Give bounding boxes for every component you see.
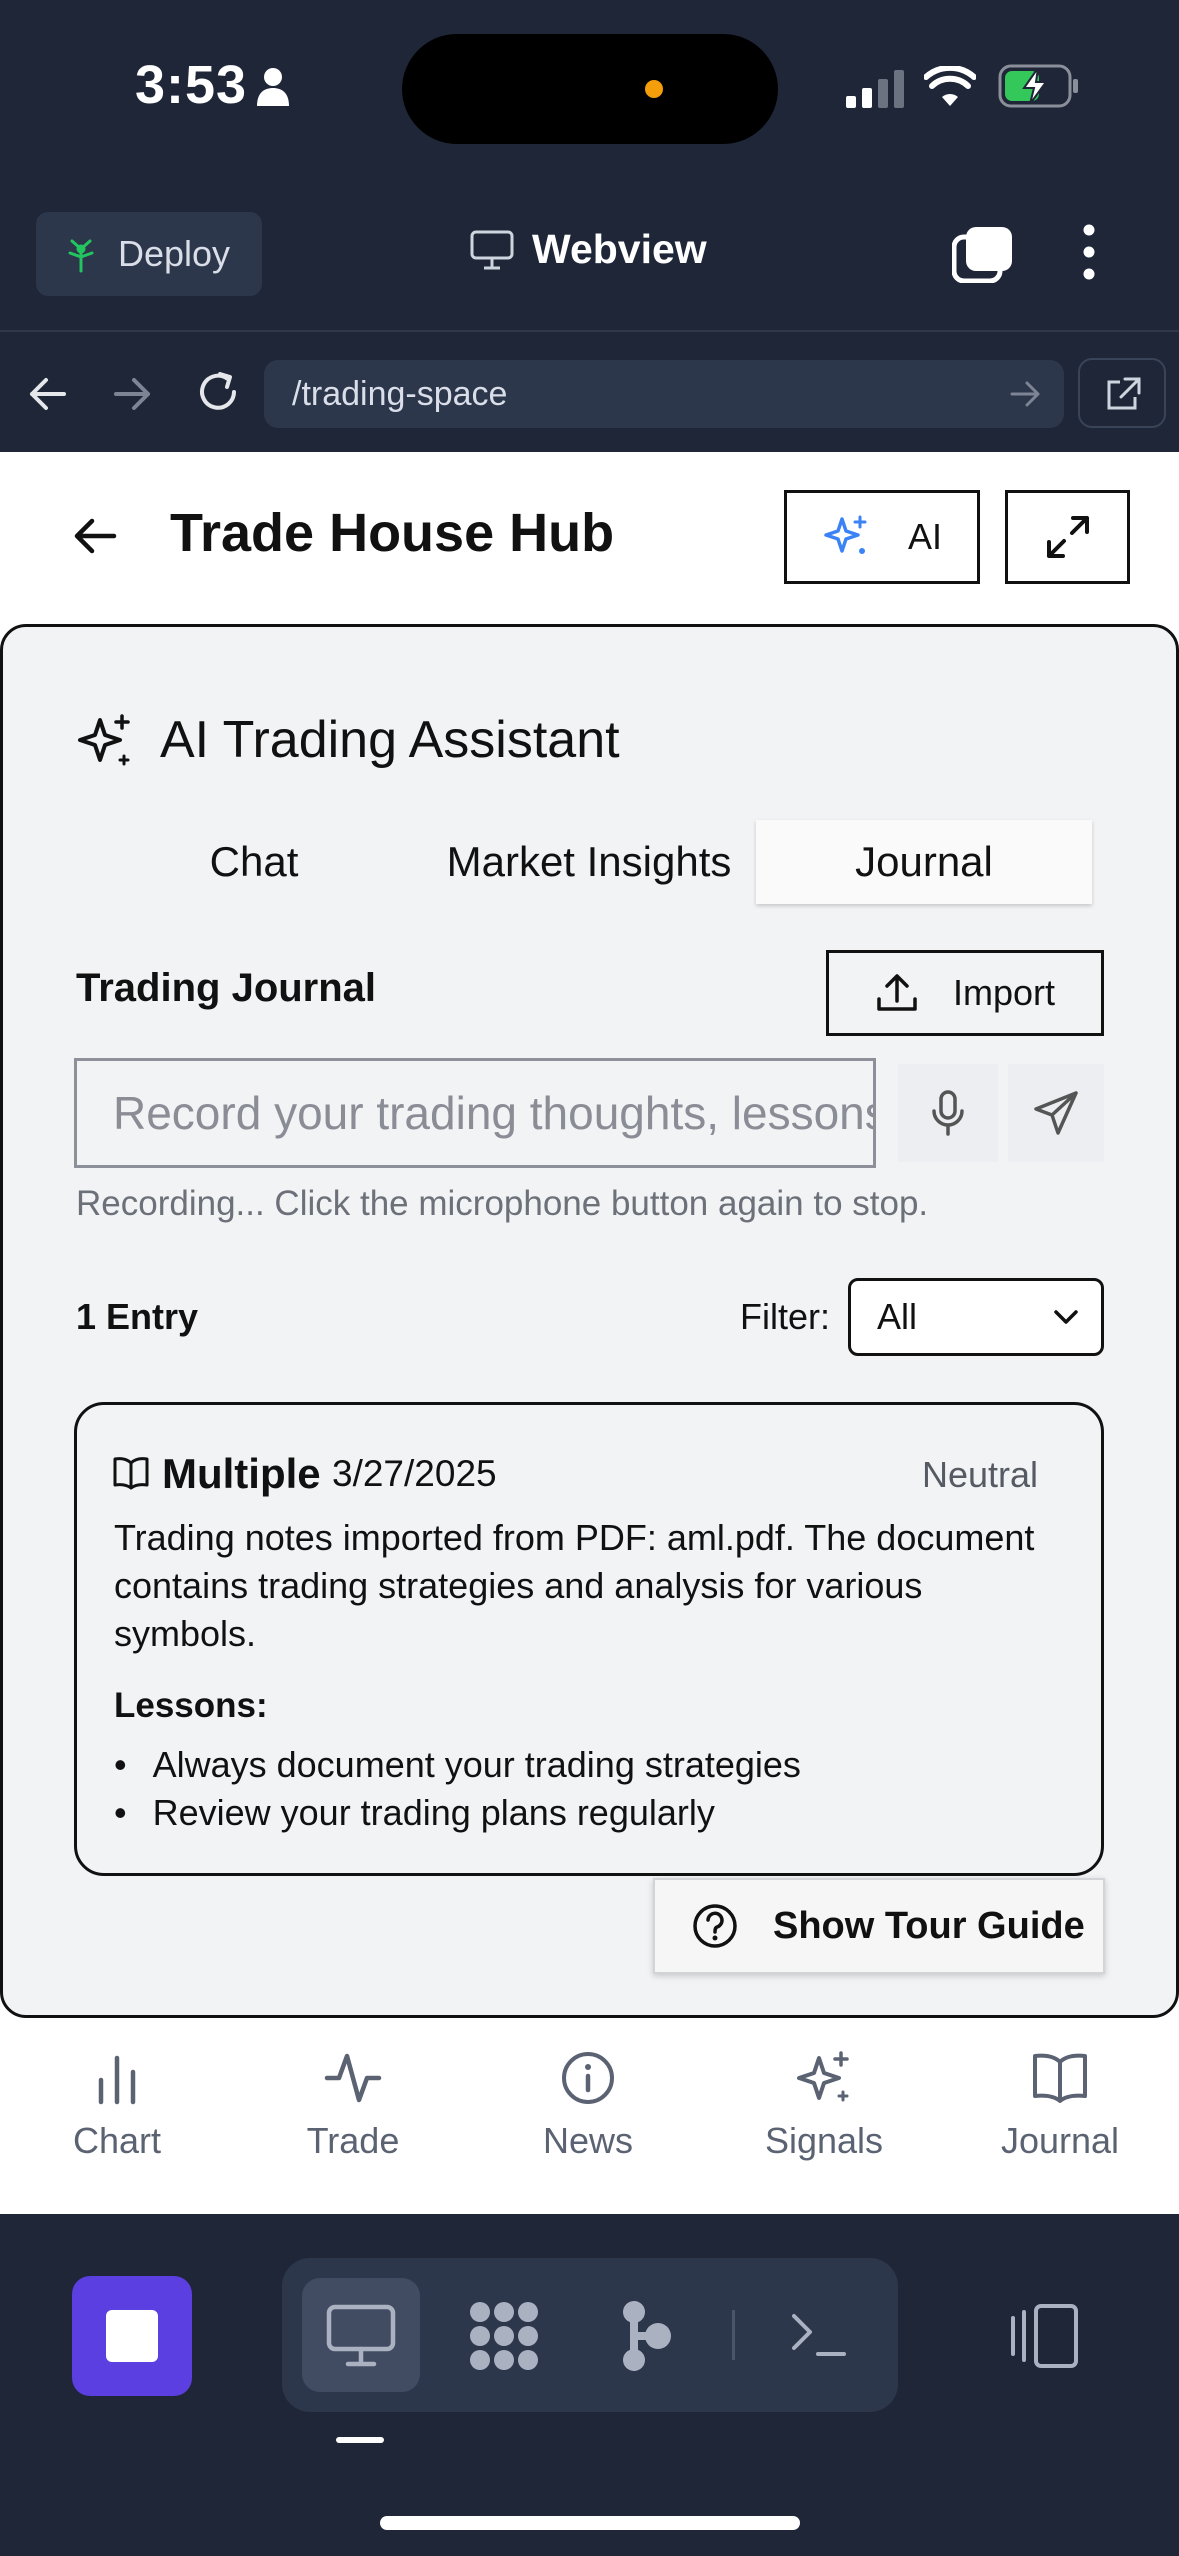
maximize-icon bbox=[1045, 514, 1091, 560]
url-text: /trading-space bbox=[292, 374, 508, 413]
nav-signals-label: Signals bbox=[764, 2120, 884, 2161]
deploy-label: Deploy bbox=[118, 233, 231, 274]
tab-market-insights[interactable]: Market Insights bbox=[428, 820, 750, 904]
microphone-icon bbox=[930, 1089, 966, 1137]
send-button[interactable] bbox=[1008, 1064, 1104, 1162]
lesson-item: • Always document your trading strategie… bbox=[114, 1744, 801, 1786]
sparkles-icon bbox=[74, 712, 134, 772]
lesson-text: Always document your trading strategies bbox=[152, 1744, 801, 1785]
person-icon bbox=[255, 66, 291, 106]
nav-news-label: News bbox=[542, 2120, 634, 2161]
lessons-label: Lessons: bbox=[114, 1686, 268, 1725]
dynamic-island bbox=[402, 34, 778, 144]
nav-chart[interactable]: Chart bbox=[27, 2050, 207, 2162]
lesson-item: • Review your trading plans regularly bbox=[114, 1792, 715, 1834]
back-arrow-icon[interactable] bbox=[26, 372, 70, 416]
signal-icon bbox=[846, 70, 906, 108]
agent-tool-icon[interactable] bbox=[466, 2300, 542, 2372]
tab-journal[interactable]: Journal bbox=[756, 820, 1092, 904]
ai-label: AI bbox=[907, 516, 942, 557]
activity-icon bbox=[323, 2050, 383, 2106]
entry-symbol: Multiple bbox=[162, 1450, 321, 1497]
webview-label: Webview bbox=[532, 226, 707, 272]
book-icon bbox=[112, 1456, 150, 1490]
nav-news[interactable]: News bbox=[498, 2050, 678, 2162]
deploy-icon bbox=[64, 235, 98, 273]
book-open-icon bbox=[1031, 2050, 1089, 2106]
reload-icon[interactable] bbox=[194, 368, 242, 416]
expand-button[interactable] bbox=[1005, 490, 1130, 584]
entry-date: 3/27/2025 bbox=[332, 1453, 497, 1494]
upload-icon bbox=[875, 971, 919, 1015]
filter-label: Filter: bbox=[740, 1296, 830, 1337]
git-tool-icon[interactable] bbox=[618, 2300, 674, 2372]
deploy-button[interactable]: Deploy bbox=[36, 212, 262, 296]
bullet: • bbox=[114, 1792, 127, 1833]
tour-label: Show Tour Guide bbox=[773, 1904, 1085, 1947]
bar-chart-icon bbox=[91, 2050, 143, 2106]
entry-count: 1 Entry bbox=[76, 1296, 199, 1337]
monitor-icon bbox=[470, 230, 514, 270]
webview-tool-icon[interactable] bbox=[326, 2304, 396, 2368]
entry-sentiment: Neutral bbox=[922, 1454, 1039, 1495]
stop-button[interactable] bbox=[72, 2276, 192, 2396]
bullet: • bbox=[114, 1744, 127, 1785]
tab-chat-label: Chat bbox=[209, 838, 299, 885]
journal-entry-input[interactable] bbox=[74, 1058, 876, 1168]
nav-chart-label: Chart bbox=[72, 2120, 162, 2161]
nav-journal-label: Journal bbox=[1000, 2120, 1120, 2161]
url-input[interactable]: /trading-space bbox=[264, 360, 1064, 428]
journal-heading: Trading Journal bbox=[76, 966, 377, 1010]
help-circle-icon bbox=[691, 1902, 739, 1950]
panel-title: AI Trading Assistant bbox=[160, 711, 620, 769]
sparkles-icon bbox=[822, 513, 870, 561]
microphone-button[interactable] bbox=[898, 1064, 998, 1162]
stop-icon bbox=[106, 2310, 158, 2362]
import-button[interactable]: Import bbox=[826, 950, 1104, 1036]
info-icon bbox=[560, 2050, 616, 2106]
lesson-text: Review your trading plans regularly bbox=[152, 1792, 715, 1833]
import-label: Import bbox=[952, 972, 1056, 1013]
forward-arrow-icon[interactable] bbox=[110, 372, 154, 416]
home-indicator bbox=[380, 2516, 800, 2530]
app-back-icon[interactable] bbox=[72, 516, 118, 556]
toolbar-divider bbox=[732, 2310, 735, 2360]
send-icon bbox=[1032, 1089, 1080, 1137]
show-tour-guide-button[interactable]: Show Tour Guide bbox=[653, 1878, 1105, 1974]
app-title: Trade House Hub bbox=[170, 503, 615, 563]
wifi-icon bbox=[924, 66, 976, 106]
webview-tab-title[interactable]: Webview bbox=[470, 226, 707, 273]
active-tool-indicator bbox=[336, 2437, 384, 2443]
filter-select[interactable]: All bbox=[848, 1278, 1104, 1356]
nav-signals[interactable]: Signals bbox=[734, 2050, 914, 2162]
nav-journal[interactable]: Journal bbox=[970, 2050, 1150, 2162]
tab-chat[interactable]: Chat bbox=[176, 820, 332, 904]
split-panel-icon[interactable] bbox=[1010, 2300, 1080, 2372]
open-external-button[interactable] bbox=[1078, 358, 1166, 428]
sparkles-icon bbox=[795, 2050, 853, 2106]
tab-market-insights-label: Market Insights bbox=[446, 838, 732, 885]
go-arrow-icon[interactable] bbox=[1008, 378, 1042, 410]
tab-journal-label: Journal bbox=[855, 838, 993, 885]
entry-body: Trading notes imported from PDF: aml.pdf… bbox=[114, 1517, 1035, 1654]
nav-trade-label: Trade bbox=[306, 2120, 400, 2161]
battery-charging-icon bbox=[998, 64, 1080, 108]
more-options-icon[interactable] bbox=[1072, 222, 1106, 282]
recording-status-text: Recording... Click the microphone button… bbox=[76, 1184, 929, 1223]
recording-indicator-dot bbox=[645, 80, 663, 98]
nav-trade[interactable]: Trade bbox=[263, 2050, 443, 2162]
filter-value: All bbox=[877, 1296, 918, 1337]
terminal-icon[interactable] bbox=[790, 2310, 848, 2360]
chevron-down-icon bbox=[1053, 1308, 1079, 1326]
ai-button[interactable]: AI bbox=[784, 490, 980, 584]
external-link-icon bbox=[1104, 376, 1142, 412]
tabs-switcher-icon[interactable] bbox=[952, 225, 1014, 283]
status-time: 3:53 bbox=[135, 55, 248, 115]
